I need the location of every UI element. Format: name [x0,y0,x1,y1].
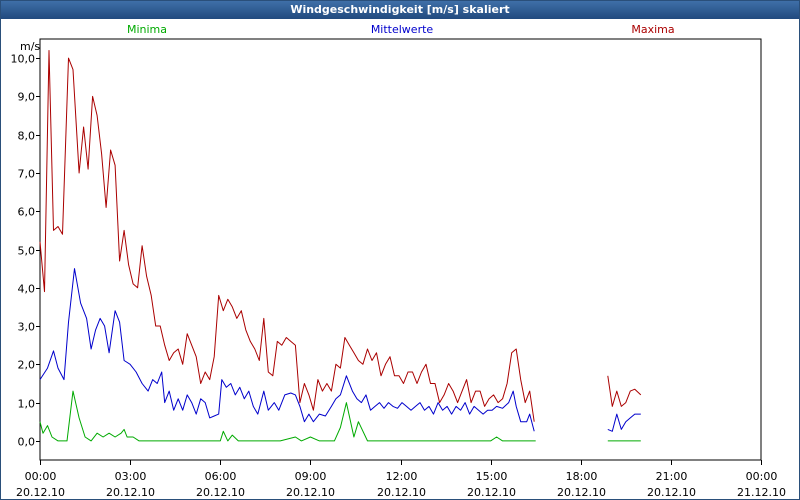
x-tick-date: 20.12.10 [377,486,426,499]
x-tick-time: 09:00 [295,470,327,483]
y-tick-label: 1,0 [18,398,36,411]
legend-minima: Minima [127,23,167,36]
x-tick-time: 06:00 [205,470,237,483]
legend: Minima Mittelwerte Maxima [127,23,675,36]
x-tick-date: 20.12.10 [467,486,516,499]
x-tick-time: 03:00 [115,470,147,483]
y-tick-label: 2,0 [18,359,36,372]
x-tick-date: 21.12.10 [737,486,786,499]
plot-area [39,38,762,461]
chart-window: Windgeschwindigkeit [m/s] skaliert 0,0 1,… [0,0,800,500]
legend-mittelwerte: Mittelwerte [371,23,434,36]
y-tick-label: 5,0 [18,245,36,258]
wind-speed-chart: 0,0 1,0 2,0 3,0 4,0 5,0 6,0 7,0 8,0 9,0 10,0m/s 00:… [11,23,786,499]
x-tick-time: 21:00 [656,470,688,483]
x-tick-date: 20.12.10 [557,486,606,499]
chart-title: Windgeschwindigkeit [m/s] skaliert [1,1,799,19]
x-tick-date: 20.12.10 [16,486,65,499]
x-tick-time: 15:00 [476,470,508,483]
x-tick-date: 20.12.10 [647,486,696,499]
axes: 0,0 1,0 2,0 3,0 4,0 5,0 6,0 7,0 8,0 9,0 10,0m/s 00:… [11,38,786,499]
y-tick-label: 10,0 [11,53,36,66]
y-tick-label: 7,0 [18,168,36,181]
y-axis-label: m/s [20,40,40,53]
y-tick-label: 4,0 [18,283,36,296]
x-tick-time: 18:00 [566,470,598,483]
y-tick-label: 8,0 [18,130,36,143]
legend-maxima: Maxima [631,23,674,36]
x-tick-date: 20.12.10 [286,486,335,499]
x-tick-time: 00:00 [25,470,57,483]
y-tick-label: 6,0 [18,206,36,219]
x-tick-time: 12:00 [386,470,418,483]
y-tick-label: 0,0 [18,436,36,449]
x-tick-date: 20.12.10 [106,486,155,499]
y-tick-label: 9,0 [18,91,36,104]
x-tick-date: 20.12.10 [196,486,245,499]
x-tick-time: 00:00 [746,470,778,483]
y-tick-label: 3,0 [18,321,36,334]
